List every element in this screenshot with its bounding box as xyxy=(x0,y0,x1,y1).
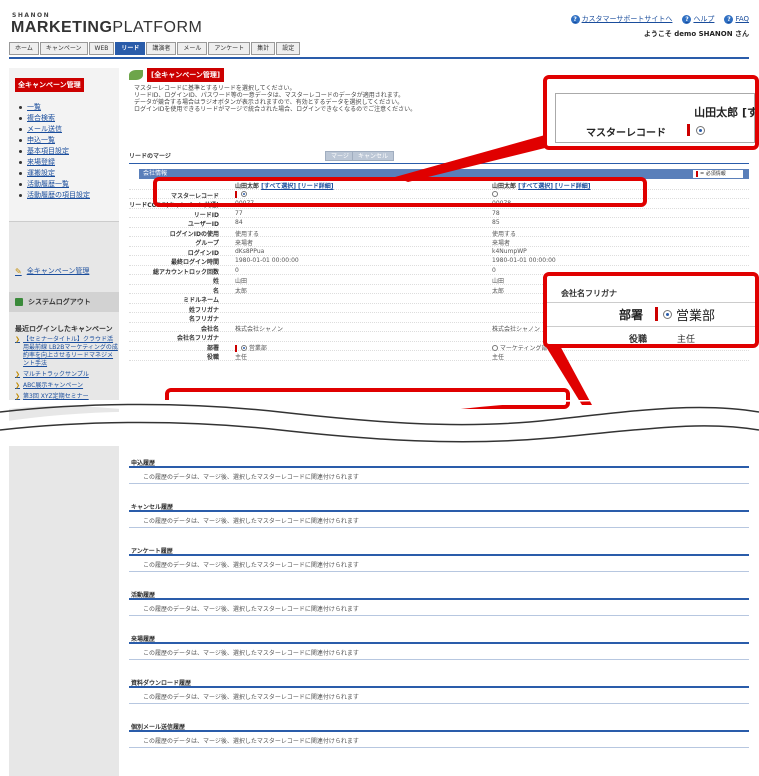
zoom-dept-value: 営業部 xyxy=(676,309,716,324)
zoom-next-value: 主任 xyxy=(677,335,696,345)
history-text: この履歴のデータは、マージ後、選択したマスターレコードに関連付けられます xyxy=(129,600,749,616)
required-marker-icon xyxy=(655,307,658,321)
history-section: 活動履歴 この履歴のデータは、マージ後、選択したマスターレコードに関連付けられます xyxy=(129,590,749,616)
history-text: この履歴のデータは、マージ後、選択したマスターレコードに関連付けられます xyxy=(129,512,749,528)
zoom-label: マスターレコード xyxy=(586,128,666,139)
history-title: アンケート履歴 xyxy=(129,546,749,556)
history-text: この履歴のデータは、マージ後、選択したマスターレコードに関連付けられます xyxy=(129,688,749,704)
history-title: 活動履歴 xyxy=(129,590,749,600)
page-break xyxy=(0,400,759,446)
history-text: この履歴のデータは、マージ後、選択したマスターレコードに関連付けられます xyxy=(129,468,749,484)
history-text: この履歴のデータは、マージ後、選択したマスターレコードに関連付けられます xyxy=(129,556,749,572)
history-title: 個別メール送信履歴 xyxy=(129,722,749,732)
history-section: 個別メール送信履歴 この履歴のデータは、マージ後、選択したマスターレコードに関連付… xyxy=(129,722,749,748)
history-title: 来場履歴 xyxy=(129,634,749,644)
history-text: この履歴のデータは、マージ後、選択したマスターレコードに関連付けられます xyxy=(129,644,749,660)
history-title: キャンセル履歴 xyxy=(129,502,749,512)
zoom-panel: 山田太郎 [す マスターレコード xyxy=(555,93,755,143)
connector-master xyxy=(395,135,545,182)
zoom-callout-dept: 会社名フリガナ 部署 営業部 役職 主任 xyxy=(543,272,759,348)
zoom-radio xyxy=(696,126,705,135)
history-title: 申込履歴 xyxy=(129,458,749,468)
zoom-prev-label: 会社名フリガナ xyxy=(561,289,617,298)
zoom-name: 山田太郎 [す xyxy=(694,106,758,119)
required-marker-icon xyxy=(687,124,690,136)
history-section: 資料ダウンロード履歴 この履歴のデータは、マージ後、選択したマスターレコードに関連… xyxy=(129,678,749,704)
history-section: キャンセル履歴 この履歴のデータは、マージ後、選択したマスターレコードに関連付けら… xyxy=(129,502,749,528)
history-text: この履歴のデータは、マージ後、選択したマスターレコードに関連付けられます xyxy=(129,732,749,748)
history-section: アンケート履歴 この履歴のデータは、マージ後、選択したマスターレコードに関連付けら… xyxy=(129,546,749,572)
history-section: 申込履歴 この履歴のデータは、マージ後、選択したマスターレコードに関連付けられます xyxy=(129,458,749,484)
zoom-dept-radio xyxy=(663,310,672,319)
history-section: 来場履歴 この履歴のデータは、マージ後、選択したマスターレコードに関連付けられます xyxy=(129,634,749,660)
zoom-callout-master: 山田太郎 [す マスターレコード xyxy=(543,75,759,150)
zoom-next-label: 役職 xyxy=(629,335,648,345)
history-title: 資料ダウンロード履歴 xyxy=(129,678,749,688)
zoom-dept-label: 部署 xyxy=(619,308,644,322)
